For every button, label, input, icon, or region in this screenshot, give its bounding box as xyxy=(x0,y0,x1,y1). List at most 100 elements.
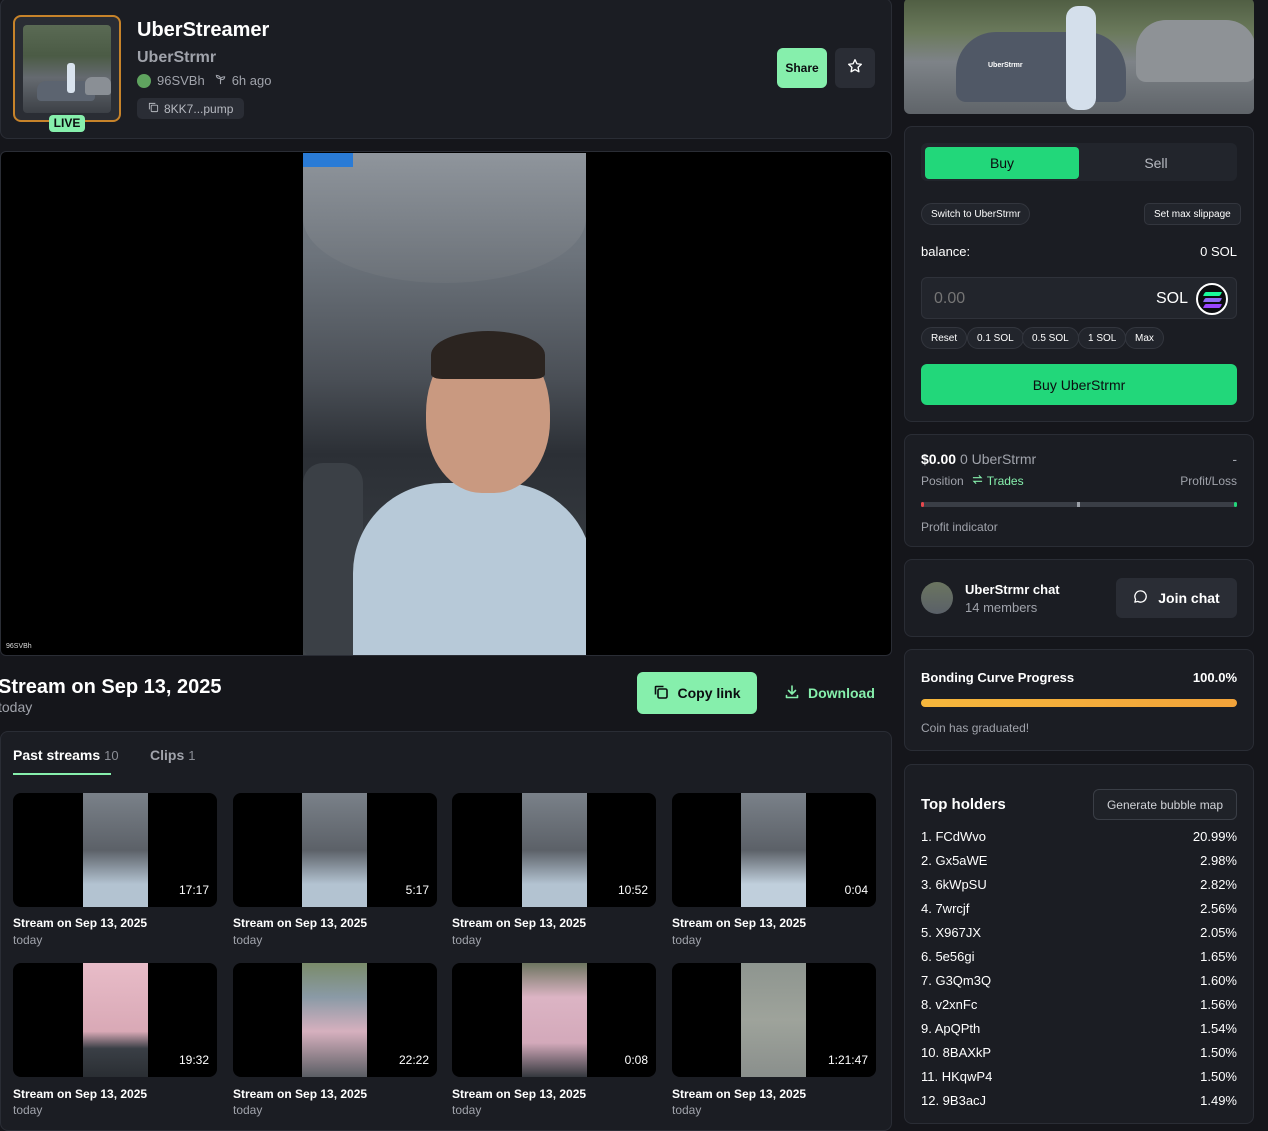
avatar-car-shape-2 xyxy=(85,77,111,95)
token-header-card xyxy=(0,0,892,139)
video-player[interactable]: 96SVBh xyxy=(0,151,892,656)
swap-icon xyxy=(972,474,983,488)
copy-icon xyxy=(148,102,159,116)
video-frame xyxy=(303,153,586,655)
thumbnail-image xyxy=(741,963,806,1077)
stream-card-title[interactable]: Stream on Sep 13, 2025 xyxy=(13,916,147,930)
creator-avatar-icon xyxy=(137,73,151,88)
amount-field[interactable]: SOL xyxy=(921,277,1237,319)
tab-clips[interactable]: Clips 1 xyxy=(150,747,195,763)
buy-token-button[interactable]: Buy UberStrmr xyxy=(921,364,1237,405)
stream-card-subtitle: today xyxy=(13,933,43,947)
stream-card-subtitle: today xyxy=(672,1103,702,1117)
holder-row[interactable]: 10. 8BAXkP 1.50% xyxy=(921,1045,1237,1060)
holder-percent: 1.60% xyxy=(1200,973,1237,988)
holder-name: 12. 9B3acJ xyxy=(921,1093,987,1108)
amount-input[interactable] xyxy=(934,290,1134,308)
buy-tab[interactable]: Buy xyxy=(925,147,1079,179)
currency-label: SOL xyxy=(1155,290,1188,307)
bonding-curve-fill xyxy=(921,699,1237,707)
holder-row[interactable]: 8. v2xnFc 1.56% xyxy=(921,997,1237,1012)
holder-row[interactable]: 12. 9B3acJ 1.49% xyxy=(921,1093,1237,1108)
holder-name: 1. FCdWvo xyxy=(921,829,987,844)
stream-card-title[interactable]: Stream on Sep 13, 2025 xyxy=(233,916,367,930)
holder-row[interactable]: 2. Gx5aWE 2.98% xyxy=(921,853,1237,868)
stream-card-subtitle: today xyxy=(13,1103,43,1117)
holder-name: 11. HKqwP4 xyxy=(921,1069,993,1084)
token-ticker: UberStrmr xyxy=(137,49,217,66)
sell-tab[interactable]: Sell xyxy=(1079,147,1233,179)
pnl-value: - xyxy=(1232,451,1237,467)
stream-thumbnail[interactable]: 10:52 xyxy=(452,793,656,907)
token-name: UberStreamer xyxy=(137,19,270,41)
position-labels: Position Trades xyxy=(921,474,1024,488)
set-slippage-button[interactable]: Set max slippage xyxy=(1144,203,1241,225)
tab-past-streams[interactable]: Past streams 10 xyxy=(13,747,119,763)
holder-row[interactable]: 11. HKqwP4 1.50% xyxy=(921,1069,1237,1084)
favorite-button[interactable] xyxy=(835,48,875,88)
stream-card-title[interactable]: Stream on Sep 13, 2025 xyxy=(672,1087,806,1101)
tab-label: Past streams xyxy=(13,747,101,763)
holder-percent: 1.56% xyxy=(1200,997,1237,1012)
stream-card-subtitle: today xyxy=(452,1103,482,1117)
holder-row[interactable]: 9. ApQPth 1.54% xyxy=(921,1021,1237,1036)
quick-amount-reset[interactable]: Reset xyxy=(921,327,968,349)
stream-duration: 22:22 xyxy=(398,1053,429,1067)
stream-card-title[interactable]: Stream on Sep 13, 2025 xyxy=(233,1087,367,1101)
holder-name: 10. 8BAXkP xyxy=(921,1045,992,1060)
avatar-image xyxy=(23,25,111,113)
creator-name[interactable]: 96SVBh xyxy=(157,73,205,88)
switch-token-button[interactable]: Switch to UberStrmr xyxy=(921,203,1031,225)
share-button[interactable]: Share xyxy=(777,48,827,88)
profit-indicator-label: Profit indicator xyxy=(921,520,998,534)
stream-thumbnail[interactable]: 22:22 xyxy=(233,963,437,1077)
stream-thumbnail[interactable]: 5:17 xyxy=(233,793,437,907)
token-cover-image: UberStrmr xyxy=(904,0,1254,114)
car-ceiling-shape xyxy=(303,153,586,283)
holder-percent: 1.49% xyxy=(1200,1093,1237,1108)
stream-card-title[interactable]: Stream on Sep 13, 2025 xyxy=(452,1087,586,1101)
stream-card-title[interactable]: Stream on Sep 13, 2025 xyxy=(672,916,806,930)
stream-thumbnail[interactable]: 0:08 xyxy=(452,963,656,1077)
stream-thumbnail[interactable]: 19:32 xyxy=(13,963,217,1077)
stream-duration: 19:32 xyxy=(178,1053,209,1067)
join-chat-button[interactable]: Join chat xyxy=(1116,578,1237,618)
holder-percent: 2.82% xyxy=(1200,877,1237,892)
holder-row[interactable]: 5. X967JX 2.05% xyxy=(921,925,1237,940)
stream-card-title[interactable]: Stream on Sep 13, 2025 xyxy=(13,1087,147,1101)
bonding-curve-label: Bonding Curve Progress xyxy=(921,670,1075,685)
holder-row[interactable]: 7. G3Qm3Q 1.60% xyxy=(921,973,1237,988)
stream-duration: 17:17 xyxy=(178,883,209,897)
copy-link-button[interactable]: Copy link xyxy=(637,672,757,714)
stream-thumbnail[interactable]: 17:17 xyxy=(13,793,217,907)
stream-card-title[interactable]: Stream on Sep 13, 2025 xyxy=(452,916,586,930)
contract-address-copy[interactable]: 8KK7...pump xyxy=(137,98,245,119)
tab-count: 1 xyxy=(188,748,196,763)
stream-subtitle: today xyxy=(0,699,33,715)
star-icon xyxy=(847,58,863,79)
generate-bubble-map-button[interactable]: Generate bubble map xyxy=(1093,789,1237,820)
trades-label: Trades xyxy=(986,474,1024,488)
quick-amount-0-5[interactable]: 0.5 SOL xyxy=(1022,327,1079,349)
copy-link-label: Copy link xyxy=(677,685,741,701)
token-avatar[interactable] xyxy=(13,15,121,122)
holder-row[interactable]: 3. 6kWpSU 2.82% xyxy=(921,877,1237,892)
quick-amount-max[interactable]: Max xyxy=(1125,327,1164,349)
live-badge: LIVE xyxy=(49,115,85,132)
quick-amount-1[interactable]: 1 SOL xyxy=(1078,327,1127,349)
trades-link[interactable]: Trades xyxy=(972,474,1024,488)
holder-row[interactable]: 4. 7wrcjf 2.56% xyxy=(921,901,1237,916)
chat-avatar xyxy=(921,582,953,614)
stream-thumbnail[interactable]: 0:04 xyxy=(672,793,876,907)
created-ago: 6h ago xyxy=(231,73,272,88)
stream-thumbnail[interactable]: 1:21:47 xyxy=(672,963,876,1077)
thumbnail-image xyxy=(83,963,148,1077)
download-button[interactable]: Download xyxy=(784,672,875,714)
thumbnail-image xyxy=(741,793,806,907)
loss-marker xyxy=(921,502,924,507)
download-icon xyxy=(784,684,800,703)
holder-percent: 1.50% xyxy=(1200,1069,1237,1084)
holder-row[interactable]: 6. 5e56gi 1.65% xyxy=(921,949,1237,964)
quick-amount-0-1[interactable]: 0.1 SOL xyxy=(967,327,1024,349)
holder-row[interactable]: 1. FCdWvo 20.99% xyxy=(921,829,1237,844)
